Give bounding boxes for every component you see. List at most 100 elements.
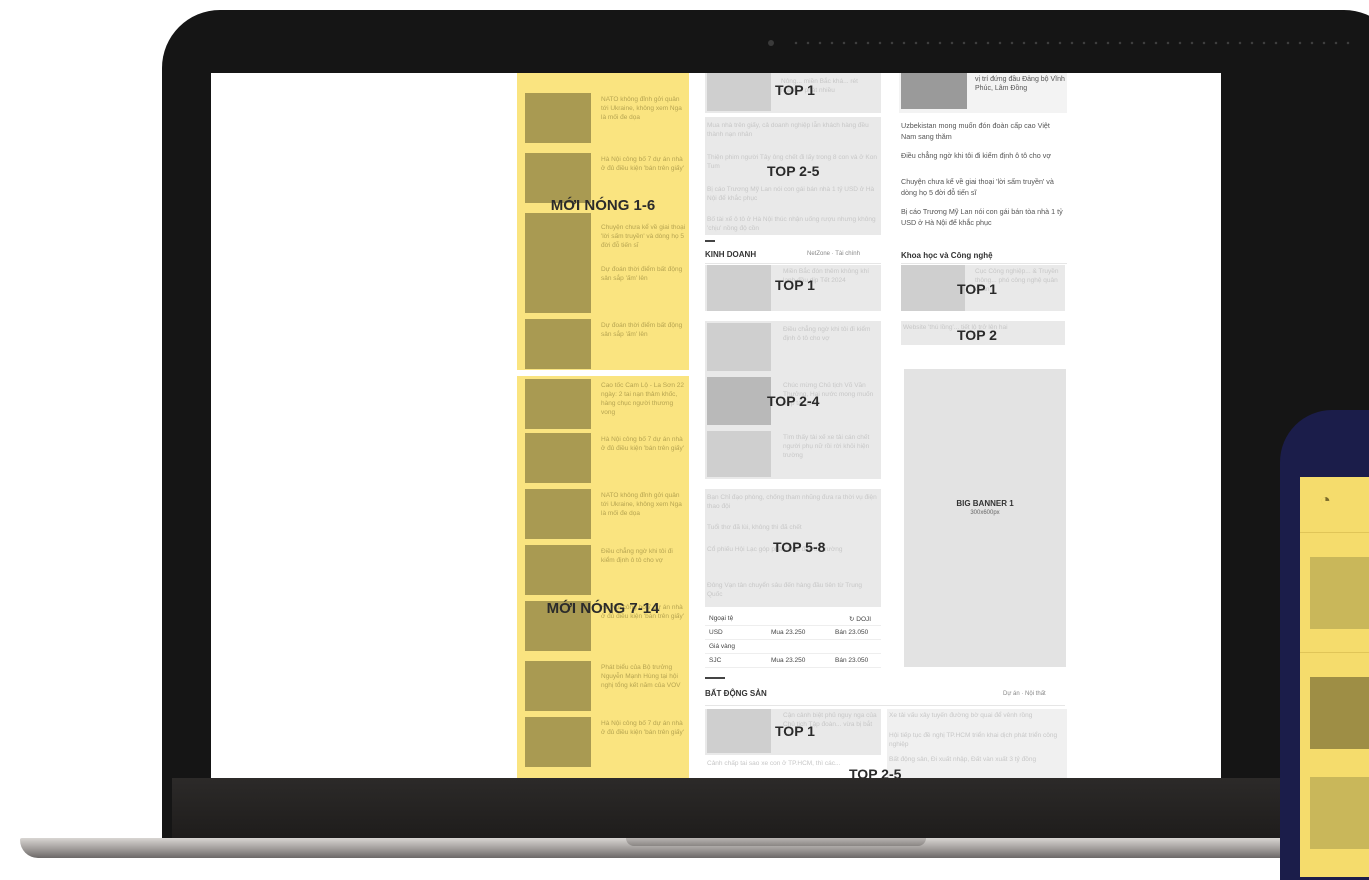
top1-label: TOP 1 bbox=[775, 82, 815, 98]
hot-news-item[interactable]: Phát biểu của Bộ trưởng Nguyễn Mạnh Hùng… bbox=[525, 661, 685, 713]
news-title: Cao tốc Cam Lộ - La Sơn 22 ngày: 2 tai n… bbox=[601, 382, 685, 416]
top1-news-card[interactable]: Nông... miền Bắc khá... rét mạnh... phát… bbox=[705, 73, 881, 113]
hot-news-label-7-14: MỚI NÓNG 7-14 bbox=[546, 600, 660, 617]
clock-icon: ◔ bbox=[1320, 490, 1331, 510]
news-thumbnail bbox=[707, 431, 771, 477]
science-top2-card[interactable]: Website 'thú lồng'... tiết lộ trở lên ha… bbox=[901, 321, 1065, 345]
divider bbox=[1300, 652, 1369, 653]
phone-list-item[interactable]: ◔ bbox=[1310, 480, 1369, 514]
hot-news-item[interactable]: Dự đoán thời điểm bất động sản sắp 'ấm' … bbox=[525, 263, 685, 315]
news-title: Hà Nội công bố 7 dự án nhà ở đủ điều kiệ… bbox=[601, 720, 684, 736]
fx-buy: Mua 23.250 bbox=[771, 629, 806, 636]
phone-list-item[interactable] bbox=[1310, 677, 1369, 749]
fx-gold-label: Giá vàng bbox=[709, 643, 736, 650]
news-title: Dự đoán thời điểm bất động sản sắp 'ấm' … bbox=[601, 266, 683, 282]
fx-source-label: ↻ DOJI bbox=[849, 616, 872, 623]
laptop-notch bbox=[626, 838, 926, 846]
news-title[interactable]: Điều chẳng ngờ khi tôi đi kiểm định ô tô… bbox=[783, 325, 877, 343]
news-title: Dự đoán thời điểm bất động sản sắp 'ấm' … bbox=[601, 322, 683, 338]
news-link[interactable]: Bị cáo Trương Mỹ Lan nói con gái bán tòa… bbox=[901, 207, 1067, 228]
news-link[interactable]: Bất động sản, Đi xuất nhập, Đất vàn xuất… bbox=[889, 755, 1065, 764]
news-title: Phát biểu của Bộ trưởng Nguyễn Mạnh Hùng… bbox=[601, 664, 681, 689]
news-thumbnail bbox=[525, 93, 591, 143]
news-link[interactable]: Bạn Chỉ đạo phòng, chống tham nhũng đưa … bbox=[707, 493, 877, 511]
news-link[interactable]: Bố tài xế ô tô ở Hà Nội thúc nhận uống r… bbox=[707, 215, 877, 233]
phone-mockup: ◔ bbox=[1280, 410, 1369, 880]
section-sub-links[interactable]: NetZone · Tài chính bbox=[807, 251, 860, 257]
top1-label: TOP 1 bbox=[957, 281, 997, 297]
news-thumbnail bbox=[525, 263, 591, 313]
news-title: Hà Nội công bố 7 dự án nhà ở đủ điều kiệ… bbox=[601, 156, 684, 172]
top2-5-label: TOP 2-5 bbox=[767, 163, 820, 179]
news-title[interactable]: Tìm thấy tài xế xe tải cán chết người ph… bbox=[783, 433, 877, 460]
top2-4-label: TOP 2-4 bbox=[767, 393, 820, 409]
hot-news-item[interactable]: Dự đoán thời điểm bất động sản sắp 'ấm' … bbox=[525, 319, 685, 371]
fx-name: SJC bbox=[709, 657, 722, 664]
laptop-screen: NATO không đỉnh gởi quân tới Ukraine, kh… bbox=[211, 73, 1221, 778]
fx-buy: Mua 23.250 bbox=[771, 657, 806, 664]
news-thumbnail bbox=[707, 73, 771, 111]
fx-sell: Bán 23.050 bbox=[835, 657, 869, 664]
divider bbox=[1300, 532, 1369, 533]
news-thumbnail bbox=[901, 73, 967, 109]
real-estate-top1-card[interactable]: Cận cảnh biệt phủ nguy nga của Chủ tịch … bbox=[705, 709, 881, 755]
laptop-chin bbox=[172, 778, 1282, 840]
science-top1-card[interactable]: Cục Công nghiệp... & Truyền thông... phó… bbox=[901, 265, 1065, 311]
news-thumbnail bbox=[525, 489, 591, 539]
hot-news-item[interactable]: NATO không đỉnh gởi quân tới Ukraine, kh… bbox=[525, 93, 685, 145]
speaker-grille bbox=[790, 40, 1350, 46]
news-link[interactable]: Uzbekistan mong muốn đón đoàn cấp cao Vi… bbox=[901, 121, 1067, 142]
news-title: Hà Nội công bố 7 dự án nhà ở đủ điều kiệ… bbox=[601, 436, 684, 452]
news-link[interactable]: Tuổi thơ đã lùi, không thì đã chết bbox=[707, 523, 877, 532]
top5-8-label: TOP 5-8 bbox=[773, 539, 826, 555]
top2-label: TOP 2 bbox=[957, 327, 997, 343]
section-sub-links[interactable]: Dự án · Nội thất bbox=[1003, 691, 1046, 697]
news-thumbnail bbox=[525, 319, 591, 369]
fx-name: USD bbox=[709, 629, 723, 636]
divider bbox=[705, 263, 881, 264]
real-estate-top2-5-list: Xe tải vấu xây tuyến đường bờ quai để vê… bbox=[887, 709, 1067, 778]
business-top5-8-list: Bạn Chỉ đạo phòng, chống tham nhũng đưa … bbox=[705, 489, 881, 607]
news-link[interactable]: Điều chẳng ngờ khi tôi đi kiểm định ô tô… bbox=[901, 151, 1067, 162]
news-thumbnail bbox=[707, 265, 771, 311]
hot-news-item[interactable]: Hà Nội công bố 7 dự án nhà ở đủ điều kiệ… bbox=[525, 717, 685, 769]
news-link[interactable]: Bị cáo Trương Mỹ Lan nói con gái bán nhà… bbox=[707, 185, 877, 203]
news-link[interactable]: Xe tải vấu xây tuyến đường bờ quai để vê… bbox=[889, 711, 1065, 720]
section-title-science[interactable]: Khoa học và Công nghệ bbox=[901, 251, 993, 260]
webcam-icon bbox=[768, 40, 774, 46]
divider bbox=[901, 263, 1067, 264]
news-link[interactable]: Đông Vạn tân chuyển sâu đến hàng đầu tiê… bbox=[707, 581, 877, 599]
hot-news-item[interactable]: Điều chẳng ngờ khi tôi đi kiểm định ô tô… bbox=[525, 545, 685, 597]
hot-news-item[interactable]: Cao tốc Cam Lộ - La Sơn 22 ngày: 2 tai n… bbox=[525, 379, 685, 431]
business-top1-card[interactable]: Miền Bắc đón thêm không khí lạnh đầu dịp… bbox=[705, 265, 881, 311]
section-title-real-estate[interactable]: BẤT ĐỘNG SẢN bbox=[705, 689, 767, 698]
news-title: Điều chẳng ngờ khi tôi đi kiểm định ô tô… bbox=[601, 548, 673, 564]
top2-5-news-list: Mua nhà trên giấy, cả doanh nghiệp lẫn k… bbox=[705, 117, 881, 235]
hot-news-item[interactable]: NATO không đỉnh gởi quân tới Ukraine, kh… bbox=[525, 489, 685, 541]
fx-currency-label: Ngoại tệ bbox=[709, 615, 734, 622]
phone-list-item[interactable] bbox=[1310, 557, 1369, 629]
news-thumbnail bbox=[525, 433, 591, 483]
news-title: Chuyện chưa kể về giai thoại 'lời sấm tr… bbox=[601, 224, 686, 249]
phone-list-item[interactable] bbox=[1310, 777, 1369, 849]
news-link[interactable]: Mua nhà trên giấy, cả doanh nghiệp lẫn k… bbox=[707, 121, 877, 139]
news-thumbnail bbox=[525, 379, 591, 429]
fx-row-sjc: SJC Mua 23.250 Bán 23.050 bbox=[705, 655, 881, 668]
news-link[interactable]: Hội tiếp tục đề nghị TP.HCM triển khai d… bbox=[889, 731, 1065, 749]
news-thumbnail bbox=[707, 377, 771, 425]
news-thumbnail bbox=[707, 709, 771, 753]
fx-gold-header: Giá vàng bbox=[705, 641, 881, 654]
hot-news-item[interactable]: Chuyện chưa kể về giai thoại 'lời sấm tr… bbox=[525, 213, 685, 265]
section-rule bbox=[705, 240, 715, 242]
hot-news-item[interactable]: Hà Nội công bố 7 dự án nhà ở đủ điều kiệ… bbox=[525, 433, 685, 485]
top1-label: TOP 1 bbox=[775, 723, 815, 739]
fx-header-row: Ngoại tệ ↻ DOJI bbox=[705, 613, 881, 626]
phone-screen: ◔ bbox=[1300, 477, 1369, 877]
right-top-card[interactable]: vị trí đứng đầu Đảng bộ Vĩnh Phúc, Lâm Đ… bbox=[899, 73, 1067, 113]
divider bbox=[705, 705, 1065, 706]
big-banner[interactable]: BIG BANNER 1 300x600px bbox=[904, 369, 1066, 667]
section-title-business[interactable]: KINH DOANH bbox=[705, 250, 756, 259]
news-link[interactable]: Chuyện chưa kể về giai thoại 'lời sấm tr… bbox=[901, 177, 1067, 198]
news-title: vị trí đứng đầu Đảng bộ Vĩnh Phúc, Lâm Đ… bbox=[975, 76, 1065, 92]
section-rule bbox=[705, 677, 725, 679]
